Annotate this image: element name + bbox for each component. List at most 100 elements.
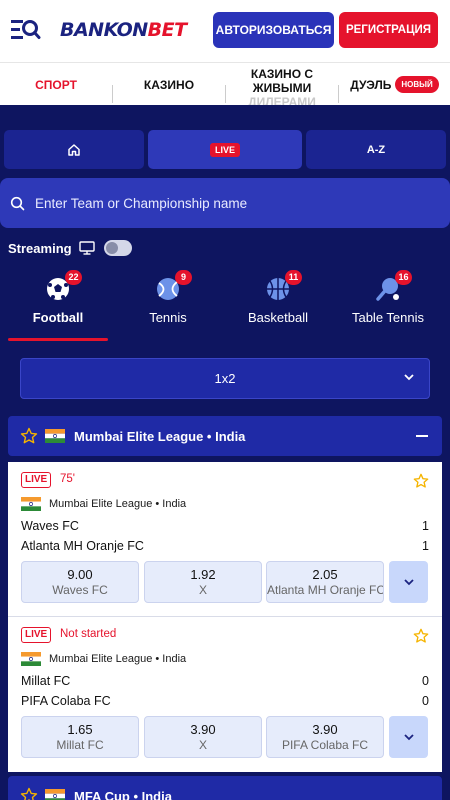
odds-label: Atlanta MH Oranje FC [267, 583, 384, 597]
streaming-filter: Streaming [8, 239, 132, 257]
odds-value: 9.00 [67, 567, 93, 582]
logo-text-part1: BANKON [60, 19, 148, 41]
home-team: Waves FC [21, 519, 79, 533]
sport-tab-tennis[interactable]: 9 Tennis [118, 268, 218, 338]
odds-button-away[interactable]: 3.90 PIFA Colaba FC [266, 716, 384, 758]
sport-tab-basketball[interactable]: 11 Basketball [228, 268, 328, 338]
chevron-down-icon [404, 374, 414, 381]
india-flag-icon [21, 652, 41, 666]
odds-button-home[interactable]: 9.00 Waves FC [21, 561, 139, 603]
live-tab[interactable]: LIVE [148, 130, 302, 169]
home-icon [68, 143, 80, 156]
tv-icon [78, 241, 95, 255]
logo-text-part2: BET [147, 19, 187, 41]
login-button[interactable]: АВТОРИЗОВАТЬСЯ [213, 12, 334, 48]
collapse-icon[interactable] [416, 435, 428, 437]
sport-count-badge: 11 [285, 270, 302, 285]
star-icon[interactable] [20, 427, 38, 445]
odds-value: 3.90 [190, 722, 216, 737]
india-flag-icon [21, 497, 41, 511]
toggle-knob [105, 242, 118, 254]
nav-live-casino-line2: ЖИВЫМИ [252, 81, 312, 95]
register-button[interactable]: РЕГИСТРАЦИЯ [339, 12, 438, 48]
match-league-name: Mumbai Elite League • India [49, 498, 187, 510]
search-input[interactable]: Enter Team or Championship name [0, 178, 450, 228]
league-header[interactable]: MFA Cup • India [8, 776, 442, 800]
search-icon [10, 196, 25, 210]
streaming-label: Streaming [8, 240, 72, 256]
favorite-star-icon[interactable] [413, 628, 429, 644]
sport-label: Tennis [149, 310, 187, 325]
sport-tab-football[interactable]: 22 Football [8, 268, 108, 338]
league-header[interactable]: Mumbai Elite League • India [8, 416, 442, 456]
odds-label: X [198, 738, 207, 752]
top-header: BANKONBET АВТОРИЗОВАТЬСЯ РЕГИСТРАЦИЯ [0, 0, 450, 62]
live-badge: LIVE [21, 627, 52, 643]
more-markets-button[interactable] [389, 716, 428, 758]
odds-button-away[interactable]: 2.05 Atlanta MH Oranje FC [266, 561, 384, 603]
streaming-toggle[interactable] [103, 240, 132, 256]
sport-label: Football [32, 310, 84, 325]
odds-label: Millat FC [56, 738, 104, 752]
odds-value: 2.05 [312, 567, 338, 582]
star-icon[interactable] [20, 787, 38, 800]
market-selected-value: 1x2 [214, 371, 236, 386]
new-badge: НОВЫЙ [395, 76, 439, 93]
odds-label: Waves FC [52, 583, 108, 597]
match-league: Mumbai Elite League • India [21, 652, 186, 666]
match-divider [8, 616, 442, 617]
chevron-down-icon [403, 579, 414, 586]
nav-item-casino[interactable]: КАЗИНО [113, 63, 225, 105]
sport-label: Basketball [248, 310, 308, 325]
odds-value: 3.90 [312, 722, 338, 737]
away-score: 0 [422, 694, 429, 708]
odds-value: 1.92 [190, 567, 216, 582]
nav-item-live-casino[interactable]: КАЗИНО С ЖИВЫМИ ДИЛЕРАМИ [226, 63, 338, 105]
home-team: Millat FC [21, 674, 71, 688]
india-flag-icon [45, 429, 65, 443]
live-badge: LIVE [21, 472, 52, 488]
odds-button-home[interactable]: 1.65 Millat FC [21, 716, 139, 758]
favorite-star-icon[interactable] [413, 473, 429, 489]
brand-logo[interactable]: BANKONBET [60, 19, 187, 41]
nav-live-casino-line1: КАЗИНО С [250, 67, 314, 81]
search-placeholder: Enter Team or Championship name [35, 195, 248, 211]
home-score: 0 [422, 674, 429, 688]
match-list: LIVE 75' Mumbai Elite League • India Wav… [8, 462, 442, 772]
nav-item-duel[interactable]: ДУЭЛЬ НОВЫЙ [339, 63, 450, 105]
odds-button-draw[interactable]: 3.90 X [144, 716, 262, 758]
league-name: Mumbai Elite League • India [74, 428, 246, 444]
india-flag-icon [45, 789, 65, 800]
sport-tab-table-tennis[interactable]: 16 Table Tennis [338, 268, 438, 338]
nav-item-sport[interactable]: СПОРТ [0, 63, 112, 105]
nav-duel-label: ДУЭЛЬ [350, 77, 392, 92]
live-tab-label: LIVE [209, 142, 240, 157]
match-status: 75' [60, 473, 75, 485]
sport-count-badge: 22 [65, 270, 82, 285]
home-tab[interactable] [4, 130, 144, 169]
odds-button-draw[interactable]: 1.92 X [144, 561, 262, 603]
main-nav: СПОРТ КАЗИНО КАЗИНО С ЖИВЫМИ ДИЛЕРАМИ ДУ… [0, 62, 450, 105]
nav-live-casino-line3: ДИЛЕРАМИ [248, 95, 316, 105]
odds-label: X [198, 583, 207, 597]
match-league-name: Mumbai Elite League • India [49, 653, 187, 665]
match-status: Not started [60, 628, 117, 640]
sport-count-badge: 16 [395, 270, 412, 285]
market-select[interactable]: 1x2 [20, 358, 430, 399]
odds-label: PIFA Colaba FC [281, 738, 369, 752]
az-tab[interactable]: A-Z [306, 130, 446, 169]
sport-count-badge: 9 [175, 270, 192, 285]
match-league: Mumbai Elite League • India [21, 497, 186, 511]
league-name: MFA Cup • India [74, 788, 172, 800]
odds-value: 1.65 [67, 722, 93, 737]
sport-label: Table Tennis [351, 310, 425, 325]
away-team: PIFA Colaba FC [21, 694, 111, 708]
home-score: 1 [422, 519, 429, 533]
active-sport-underline [8, 338, 108, 341]
more-markets-button[interactable] [389, 561, 428, 603]
section-tabs: LIVE A-Z [4, 130, 446, 169]
away-team: Atlanta MH Oranje FC [21, 539, 144, 553]
away-score: 1 [422, 539, 429, 553]
menu-search-icon[interactable] [11, 17, 41, 43]
chevron-down-icon [403, 734, 414, 741]
